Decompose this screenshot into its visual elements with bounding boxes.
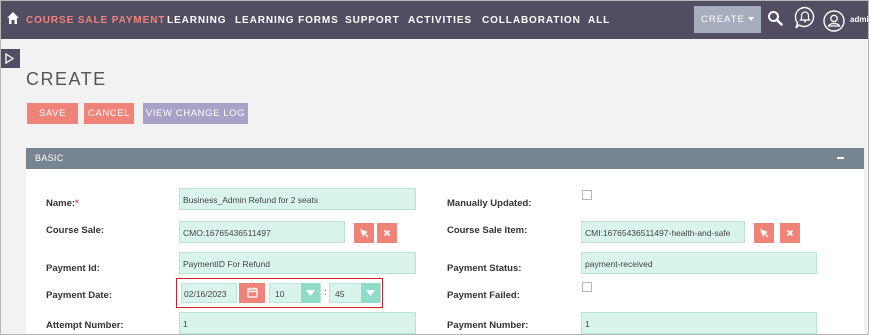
course-sale-clear-button[interactable] (377, 223, 397, 243)
payment-status-label: Payment Status: (447, 263, 522, 274)
nav-item-collaboration[interactable]: COLLABORATION (482, 15, 581, 26)
course-sale-input[interactable]: CMO:16765436511497 (179, 221, 345, 243)
cancel-button[interactable]: CANCEL (84, 103, 134, 124)
minute-select-arrow[interactable] (361, 283, 380, 303)
payment-failed-label: Payment Failed: (447, 290, 520, 301)
save-button[interactable]: SAVE (27, 103, 78, 124)
payment-number-label: Payment Number: (447, 320, 529, 331)
app-window: COURSE SALE PAYMENT LEARNING LEARNING FO… (0, 0, 869, 335)
close-icon (383, 229, 391, 237)
course-sale-item-input[interactable]: CMI:16765436511497-health-and-safe (581, 221, 745, 243)
collapse-minus-icon[interactable] (837, 157, 844, 159)
play-icon (5, 53, 15, 64)
name-label: Name:* (46, 198, 79, 209)
user-avatar-icon[interactable] (823, 10, 845, 32)
payment-number-input[interactable]: 1 (581, 312, 817, 334)
hour-value: 10 (275, 289, 285, 299)
payment-date-label: Payment Date: (46, 290, 112, 301)
user-name[interactable]: admi (850, 15, 868, 24)
course-sale-item-label: Course Sale Item: (447, 225, 528, 236)
nav-item-activities[interactable]: ACTIVITIES (408, 15, 472, 26)
payment-date-input[interactable]: 02/16/2023 (181, 283, 237, 303)
course-sale-label: Course Sale: (46, 225, 105, 236)
home-icon[interactable] (6, 11, 20, 25)
manually-updated-checkbox[interactable] (582, 190, 592, 200)
create-dropdown-button[interactable]: CREATE (694, 6, 761, 33)
nav-item-support[interactable]: SUPPORT (345, 15, 400, 26)
sidebar-toggle-button[interactable] (1, 49, 20, 68)
course-sale-item-select-button[interactable] (754, 223, 774, 243)
payment-status-input[interactable]: payment-received (581, 252, 817, 274)
chevron-down-icon (306, 290, 315, 296)
view-change-log-button[interactable]: VIEW CHANGE LOG (143, 103, 248, 124)
course-sale-item-clear-button[interactable] (780, 223, 800, 243)
top-navigation-bar: COURSE SALE PAYMENT LEARNING LEARNING FO… (1, 1, 868, 39)
pointer-arrow-icon (360, 229, 369, 238)
nav-item-learning[interactable]: LEARNING (167, 15, 226, 26)
close-icon (786, 229, 794, 237)
payment-id-input[interactable]: PaymentID For Refund (179, 252, 416, 274)
payment-id-label: Payment Id: (46, 263, 100, 274)
time-separator: : (324, 287, 327, 297)
calendar-icon (247, 287, 258, 298)
hour-select-arrow[interactable] (301, 283, 320, 303)
create-label: CREATE (701, 14, 745, 25)
notification-bell-icon[interactable] (794, 6, 816, 30)
nav-item-all[interactable]: ALL (588, 15, 610, 26)
minute-value: 45 (335, 289, 345, 299)
attempt-number-label: Attempt Number: (46, 320, 124, 331)
date-picker-button[interactable] (239, 283, 265, 303)
page-title: CREATE (26, 69, 107, 89)
attempt-number-input[interactable]: 1 (179, 312, 416, 334)
panel-title: BASIC (35, 153, 64, 163)
nav-item-learning-forms[interactable]: LEARNING FORMS (235, 15, 339, 26)
chevron-down-icon (748, 17, 754, 21)
course-sale-select-button[interactable] (354, 223, 374, 243)
required-marker: * (75, 198, 79, 209)
pointer-arrow-icon (760, 229, 769, 238)
payment-failed-checkbox[interactable] (582, 282, 592, 292)
nav-item-course-sale-payment[interactable]: COURSE SALE PAYMENT (26, 15, 165, 26)
chevron-down-icon (366, 290, 375, 296)
name-input[interactable]: Business_Admin Refund for 2 seats (179, 188, 416, 210)
search-icon[interactable] (767, 10, 783, 26)
panel-header-basic[interactable]: BASIC (26, 148, 864, 169)
manually-updated-label: Manually Updated: (447, 198, 532, 209)
